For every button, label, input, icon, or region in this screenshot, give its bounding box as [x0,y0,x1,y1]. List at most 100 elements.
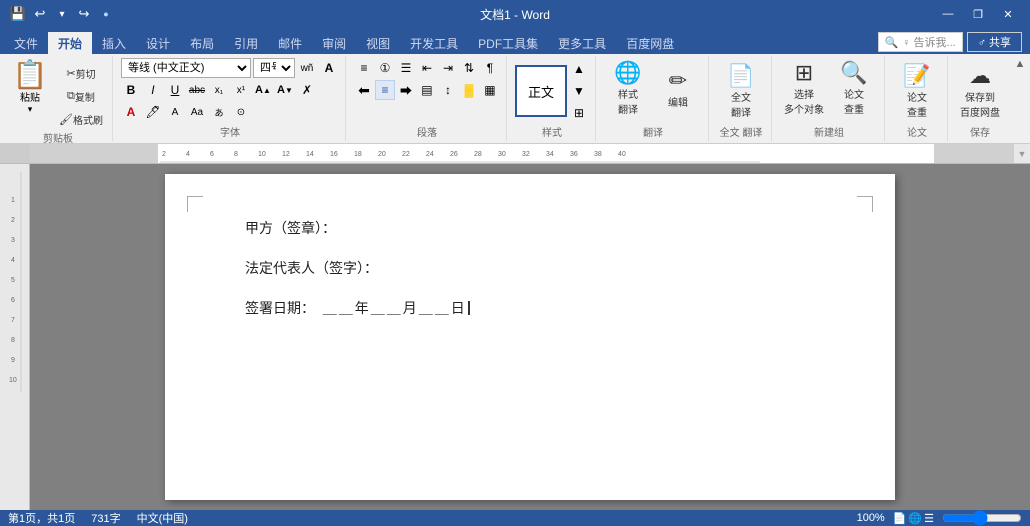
copy-button[interactable]: ⧉ 复制 [54,85,108,107]
ribbon-tabs-bar: 文件 开始 插入 设计 布局 引用 邮件 审阅 视图 开发工具 PDF工具集 更… [0,28,1030,54]
text-highlight-btn[interactable]: 🖊 [143,102,163,122]
align-left-btn[interactable]: ⬅ [354,80,374,100]
underline-btn[interactable]: U [165,80,185,100]
tab-mail[interactable]: 邮件 [268,32,312,54]
font-size-increase-btn[interactable]: A▲ [253,80,273,100]
newgroup-label: 新建组 [780,124,878,139]
paper-check-btn[interactable]: 🔍 论文 查重 [830,58,878,118]
font-size-decrease-btn[interactable]: A▼ [275,80,295,100]
style-normal-item[interactable]: 正文 [515,65,567,117]
styles-expand[interactable]: ⊞ [569,103,589,123]
tab-home[interactable]: 开始 [48,32,92,54]
share-button[interactable]: ♂ 共享 [967,32,1022,52]
justify-btn[interactable]: ▤ [417,80,437,100]
edit-btn[interactable]: ✏ 编辑 [654,58,702,118]
line-spacing-btn[interactable]: ↕ [438,80,458,100]
case-btn[interactable]: Aa [187,102,207,122]
tab-references[interactable]: 引用 [224,32,268,54]
cut-button[interactable]: ✂ 剪切 [54,62,108,84]
search-icon: 🔍 [885,36,899,49]
font-name-select[interactable]: 等线 (中文正文) [121,58,251,78]
cut-label: 剪切 [76,66,96,81]
font-color-btn[interactable]: A [121,102,141,122]
ribbon-collapse-btn[interactable]: ▲ [1012,56,1028,72]
subscript-btn[interactable]: x₁ [209,80,229,100]
page-content[interactable]: 甲方（签章）： 法定代表人（签字）： 签署日期： ＿＿年＿＿月＿＿日 [245,214,815,322]
ruler-toggle-btn[interactable]: ▼ [1014,149,1030,159]
tab-view[interactable]: 视图 [356,32,400,54]
svg-text:3: 3 [11,237,15,244]
save-baidu-btn[interactable]: ☁ 保存到 百度网盘 [956,61,1004,121]
numbered-list-btn[interactable]: ① [375,58,395,78]
strikethrough-btn[interactable]: abc [187,80,207,100]
tab-insert[interactable]: 插入 [92,32,136,54]
paste-button[interactable]: 📋 粘贴 ▾ [8,58,52,118]
svg-text:6: 6 [210,151,214,158]
show-hide-btn[interactable]: ¶ [480,58,500,78]
styles-scroll-up[interactable]: ▲ [569,59,589,79]
styles-scroll-down[interactable]: ▼ [569,81,589,101]
undo-btn[interactable]: ↩ [30,4,50,24]
svg-text:10: 10 [9,377,17,384]
redo-btn[interactable]: ↪ [74,4,94,24]
save-quick-btn[interactable]: 💾 [8,4,28,24]
paper-thesis-btn[interactable]: 📝 论文 查重 [893,61,941,121]
print-layout-btn[interactable]: 📄 [893,512,907,525]
svg-text:4: 4 [186,151,190,158]
tab-layout[interactable]: 布局 [180,32,224,54]
outline-btn[interactable]: ☰ [924,512,934,525]
align-right-btn[interactable]: ⮕ [396,80,416,100]
restore-btn[interactable]: ❐ [964,4,992,24]
select-multi-btn[interactable]: ⊞ 选择 多个对象 [780,58,828,118]
tell-me-search[interactable]: 🔍 ♀ 告诉我... [878,32,963,52]
superscript-btn[interactable]: x¹ [231,80,251,100]
bold-btn[interactable]: B [121,80,141,100]
font-size-select[interactable]: 四号 [253,58,295,78]
zoom-level[interactable]: 100% [857,512,885,524]
tab-pdf[interactable]: PDF工具集 [468,32,548,54]
tab-baidu[interactable]: 百度网盘 [616,32,684,54]
translate-btn[interactable]: 🌐 样式 翻译 [604,58,652,118]
align-center-btn[interactable]: ≡ [375,80,395,100]
italic-btn[interactable]: I [143,80,163,100]
close-btn[interactable]: ✕ [994,4,1022,24]
tab-file[interactable]: 文件 [4,32,48,54]
clipboard-group-label: 剪贴板 [43,130,73,145]
zoom-slider[interactable] [942,513,1022,523]
increase-indent-btn[interactable]: ⇥ [438,58,458,78]
ruler-inactive-right [934,144,1014,163]
redo-dropdown[interactable]: ▾ [52,4,72,24]
multilevel-list-btn[interactable]: ☰ [396,58,416,78]
decrease-indent-btn[interactable]: ⇤ [417,58,437,78]
doc-scroll-area[interactable]: 甲方（签章）： 法定代表人（签字）： 签署日期： ＿＿年＿＿月＿＿日 [30,164,1030,510]
paste-dropdown[interactable]: ▾ [28,104,33,115]
edit-icon: ✏ [669,68,687,94]
window-controls: — ❐ ✕ [934,4,1022,24]
tab-design[interactable]: 设计 [136,32,180,54]
phonetic-btn[interactable]: あ [209,102,229,122]
font-clear-btn[interactable]: A [319,58,339,78]
format-painter-button[interactable]: 🖌 格式刷 [54,108,108,130]
tab-more[interactable]: 更多工具 [548,32,616,54]
fulltext-translate-btn[interactable]: 📄 全文 翻译 [717,61,765,121]
shading-btn[interactable]: ▓ [459,80,479,100]
border-btn[interactable]: ▦ [480,80,500,100]
char-shading-btn[interactable]: A [165,102,185,122]
paper-thesis-label: 论文 查重 [907,89,927,119]
sort-btn[interactable]: ⇅ [459,58,479,78]
wn-btn[interactable]: wñ [297,58,317,78]
vertical-ruler-svg: 1 2 3 4 5 6 7 8 9 10 [7,172,23,392]
clear-format-btn[interactable]: ✗ [297,80,317,100]
svg-text:7: 7 [11,317,15,324]
styles-list: 正文 ▲ ▼ ⊞ [515,58,589,124]
ruler-side-left [0,144,30,163]
web-layout-btn[interactable]: 🌐 [908,512,922,525]
bullet-list-btn[interactable]: ≡ [354,58,374,78]
tab-developer[interactable]: 开发工具 [400,32,468,54]
enclosed-char-btn[interactable]: ⊙ [231,102,251,122]
vertical-ruler: 1 2 3 4 5 6 7 8 9 10 [0,164,30,510]
minimize-btn[interactable]: — [934,4,962,24]
auto-save-indicator[interactable]: ● [96,4,116,24]
tell-me-text: ♀ 告诉我... [902,34,955,50]
tab-review[interactable]: 审阅 [312,32,356,54]
